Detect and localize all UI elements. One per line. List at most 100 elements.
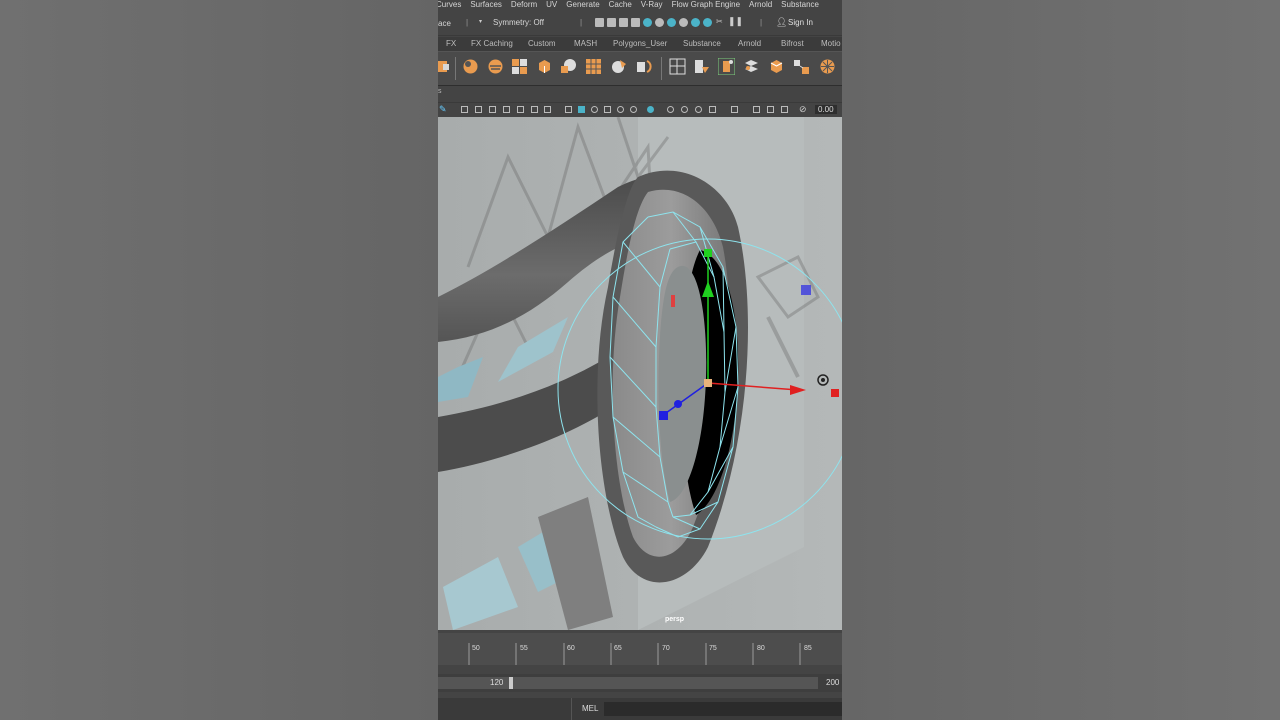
xray-icon[interactable] [647,106,654,113]
camera-attributes-icon[interactable] [753,106,760,113]
textured-icon[interactable] [604,106,611,113]
menu-deform[interactable]: Deform [511,0,537,10]
time-slider[interactable]: 50 55 60 65 70 75 80 85 [438,633,842,665]
render-settings-icon[interactable] [631,18,640,27]
sign-in-button[interactable]: Sign In [788,18,813,27]
vray-render-icon[interactable] [679,18,688,27]
film-gate-icon[interactable] [475,106,482,113]
shadows-icon[interactable] [630,106,637,113]
separator-icon: | [466,18,469,27]
frame-tick: 80 [757,645,765,652]
bookmark-icon[interactable] [767,106,774,113]
resolution-gate-icon[interactable] [489,106,496,113]
menu-surfaces[interactable]: Surfaces [470,0,502,10]
tab-mash[interactable]: MASH [574,39,597,48]
safe-action-icon[interactable] [531,106,538,113]
vray-stop-icon[interactable] [703,18,712,27]
tab-fx-caching[interactable]: FX Caching [471,39,513,48]
pencil-icon[interactable]: ✎ [439,104,447,115]
render-view-icon[interactable] [655,18,664,27]
mash-dynamics-icon[interactable] [610,58,627,75]
mash-cube-icon[interactable] [536,58,553,75]
range-slider: 120 200 [438,674,842,692]
vray-ipr-icon[interactable] [691,18,700,27]
default-material-icon[interactable] [591,106,598,113]
exposure-field[interactable]: 0.00 [815,105,837,114]
panel-menu-fragment[interactable]: s [438,88,442,95]
main-menu-bar: Curves Surfaces Deform UV Generate Cache V-Ray… [438,0,842,12]
pause-icon[interactable]: ❚❚ [728,16,743,27]
gate-mask-icon[interactable] [503,106,510,113]
command-input[interactable] [604,702,842,716]
symmetry-dropdown[interactable]: Symmetry: Off [493,18,544,27]
ipr-render-icon[interactable] [619,18,628,27]
menu-vray[interactable]: V-Ray [641,0,663,10]
mash-placer-icon[interactable] [693,58,710,75]
safe-title-icon[interactable] [544,106,551,113]
x-scale-handle[interactable] [831,389,839,397]
menu-substance[interactable]: Substance [781,0,819,10]
perspective-viewport[interactable]: persp [438,117,842,630]
tab-custom[interactable]: Custom [528,39,556,48]
workspace-dropdown[interactable]: ace [438,19,451,28]
frame-tick: 85 [804,645,812,652]
mash-merge-icon[interactable] [793,58,810,75]
center-handle[interactable] [704,379,712,387]
command-language-button[interactable]: MEL [582,704,598,713]
mash-grid-icon[interactable] [585,58,602,75]
tab-arnold[interactable]: Arnold [738,39,761,48]
mash-selected-icon[interactable] [718,58,735,75]
command-line: MEL [438,698,842,720]
menu-uv[interactable]: UV [546,0,557,10]
tab-bifrost[interactable]: Bifrost [781,39,804,48]
field-chart-icon[interactable] [517,106,524,113]
scissors-icon[interactable]: ✂ [716,17,725,27]
mash-world-icon[interactable] [768,58,785,75]
plane-handle[interactable] [801,285,811,295]
render-sequence-icon[interactable] [607,18,616,27]
tick-marks [438,633,842,665]
isolate-select-icon[interactable] [731,106,738,113]
tab-fx[interactable]: FX [446,39,456,48]
smooth-shade-icon[interactable] [578,106,585,113]
mash-sphere-icon[interactable] [560,58,577,75]
menu-cache[interactable]: Cache [609,0,632,10]
z-axis-arrow[interactable] [674,400,682,408]
image-plane-icon[interactable] [781,106,788,113]
lighting-icon[interactable] [617,106,624,113]
menu-generate[interactable]: Generate [566,0,599,10]
mash-signal-icon[interactable] [819,58,836,75]
grid-icon[interactable] [461,106,468,113]
mash-waiter-icon[interactable] [669,58,686,75]
shelf-tabs: FX FX Caching Custom MASH Polygons_User … [438,37,842,51]
dropdown-arrow-icon[interactable]: ▾ [479,18,482,25]
mash-distribute-icon[interactable] [462,58,479,75]
mash-blocks-icon[interactable] [511,58,528,75]
anti-aliasing-icon[interactable] [709,106,716,113]
exposure-icon[interactable]: ⊘ [799,104,807,115]
range-handle[interactable] [509,677,513,689]
mash-orient-icon[interactable] [635,58,652,75]
z-scale-handle[interactable] [659,411,668,420]
arnold-render-icon[interactable] [667,18,676,27]
range-end-field[interactable]: 200 [826,678,839,687]
menu-flow-graph-engine[interactable]: Flow Graph Engine [672,0,740,10]
xray-components-icon[interactable] [681,106,688,113]
y-scale-handle[interactable] [704,249,712,257]
xray-joints-icon[interactable] [667,106,674,113]
user-icon[interactable]: 👤︎ [776,17,787,28]
shelf-tool-icon[interactable] [438,58,452,75]
tab-substance[interactable]: Substance [683,39,721,48]
render-frame-icon[interactable] [595,18,604,27]
wireframe-icon[interactable] [565,106,572,113]
tab-polygons-user[interactable]: Polygons_User [613,39,667,48]
hypershade-icon[interactable] [643,18,652,27]
tab-motion[interactable]: Motio [821,39,841,48]
range-start-field[interactable]: 120 [490,678,503,687]
menu-arnold[interactable]: Arnold [749,0,772,10]
mash-spiral-icon[interactable] [487,58,504,75]
mash-flight-icon[interactable] [743,58,760,75]
ambient-occlusion-icon[interactable] [695,106,702,113]
menu-curves[interactable]: Curves [438,0,461,10]
frame-tick: 50 [472,645,480,652]
